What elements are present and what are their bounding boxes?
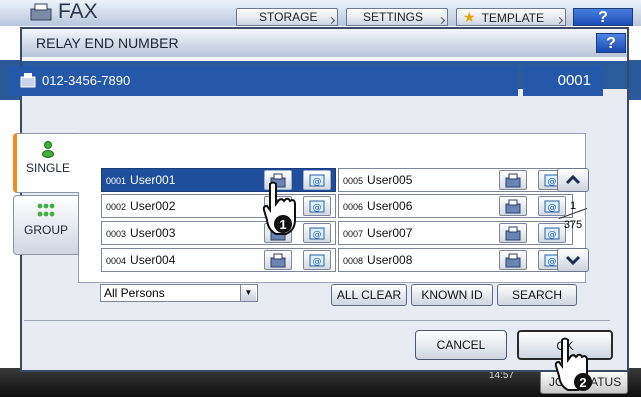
divider: [24, 320, 610, 321]
tab-settings[interactable]: SETTINGS: [346, 8, 448, 26]
entry-number: 0001: [106, 176, 127, 186]
entry-name: User008: [367, 253, 413, 267]
tab-template[interactable]: ★ TEMPLATE: [456, 8, 566, 26]
tab-template-label: TEMPLATE: [481, 11, 545, 25]
destination-count: 0001: [523, 66, 603, 96]
tab-arrow-icon: [555, 16, 564, 25]
dropdown-arrow-icon: ▼: [240, 285, 256, 301]
group-icon: [37, 203, 55, 217]
entry-number: 0008: [343, 256, 364, 266]
email-icon: @: [309, 254, 325, 267]
all-clear-button[interactable]: ALL CLEAR: [331, 284, 407, 306]
fax-icon: [505, 199, 521, 214]
star-icon: ★: [463, 9, 476, 25]
fax-select-button[interactable]: [264, 250, 292, 270]
scroll-up-button[interactable]: [557, 168, 589, 192]
filter-select[interactable]: All Persons ▼: [100, 284, 258, 302]
search-button[interactable]: SEARCH: [497, 284, 577, 306]
email-icon: @: [309, 227, 325, 240]
destination-number: 012-3456-7890: [42, 73, 131, 88]
svg-text:@: @: [548, 230, 557, 240]
entry-name: User001: [130, 173, 176, 187]
person-icon: [42, 141, 54, 158]
svg-text:@: @: [313, 230, 322, 240]
fax-icon: [505, 173, 521, 188]
known-id-button[interactable]: KNOWN ID: [411, 284, 493, 306]
address-entry-user006[interactable]: 0006 User006 @: [338, 194, 573, 218]
address-entry-user008[interactable]: 0008 User008 @: [338, 248, 573, 272]
fax-icon: [505, 226, 521, 241]
page-total: 375: [563, 219, 583, 231]
email-select-button[interactable]: @: [303, 223, 331, 243]
dialog-title: RELAY END NUMBER: [22, 29, 627, 57]
callout-1: 1: [279, 217, 286, 232]
tab-single-label: SINGLE: [25, 161, 70, 175]
svg-text:@: @: [313, 177, 322, 187]
svg-text:@: @: [548, 257, 557, 267]
address-entry-user004[interactable]: 0004 User004 @: [101, 248, 336, 272]
tab-storage[interactable]: STORAGE: [236, 8, 338, 26]
chevron-down-icon: [565, 255, 581, 266]
fax-icon: [30, 3, 52, 21]
email-select-button[interactable]: @: [303, 196, 331, 216]
filter-value: All Persons: [104, 286, 165, 300]
address-entry-user007[interactable]: 0007 User007 @: [338, 221, 573, 245]
fax-select-button[interactable]: [499, 250, 527, 270]
tab-storage-label: STORAGE: [259, 10, 318, 24]
entry-name: User003: [130, 226, 176, 240]
entry-number: 0005: [343, 176, 364, 186]
tab-group[interactable]: GROUP: [13, 195, 79, 255]
email-icon: @: [309, 174, 325, 187]
fax-icon: [270, 253, 286, 268]
entry-number: 0004: [106, 256, 127, 266]
entry-number: 0007: [343, 229, 364, 239]
entry-name: User007: [367, 226, 413, 240]
entry-name: User006: [367, 199, 413, 213]
email-icon: @: [309, 200, 325, 213]
hand-pointer-icon: 1: [262, 181, 296, 235]
entry-number: 0006: [343, 202, 364, 212]
fax-select-button[interactable]: [499, 170, 527, 190]
fax-select-button[interactable]: [499, 196, 527, 216]
entry-name: User005: [367, 173, 413, 187]
destination-field: 012-3456-7890: [8, 66, 518, 96]
entry-name: User004: [130, 253, 176, 267]
callout-2: 2: [579, 375, 586, 390]
entry-name: User002: [130, 199, 176, 213]
scroll-down-button[interactable]: [557, 248, 589, 272]
chevron-up-icon: [565, 174, 581, 185]
tab-arrow-icon: [437, 16, 446, 25]
background-panel: [628, 60, 641, 100]
fax-icon: [505, 253, 521, 268]
fax-icon: [20, 73, 36, 88]
svg-text:@: @: [548, 177, 557, 187]
address-entry-user005[interactable]: 0005 User005 @: [338, 168, 573, 192]
cancel-button[interactable]: CANCEL: [415, 330, 507, 360]
dialog-help-button[interactable]: ?: [596, 33, 626, 53]
svg-text:@: @: [313, 203, 322, 213]
email-select-button[interactable]: @: [303, 250, 331, 270]
svg-text:@: @: [313, 257, 322, 267]
tab-arrow-icon: [327, 16, 336, 25]
hand-pointer-icon: 2: [554, 337, 592, 391]
tab-single[interactable]: SINGLE: [13, 133, 79, 193]
help-button[interactable]: ?: [573, 8, 633, 26]
entry-number: 0003: [106, 229, 127, 239]
fax-select-button[interactable]: [499, 223, 527, 243]
page-current: 1: [569, 200, 577, 212]
app-title: FAX: [58, 0, 98, 23]
tab-group-label: GROUP: [23, 223, 68, 237]
tab-settings-label: SETTINGS: [363, 10, 424, 24]
email-select-button[interactable]: @: [303, 170, 331, 190]
entry-number: 0002: [106, 202, 127, 212]
